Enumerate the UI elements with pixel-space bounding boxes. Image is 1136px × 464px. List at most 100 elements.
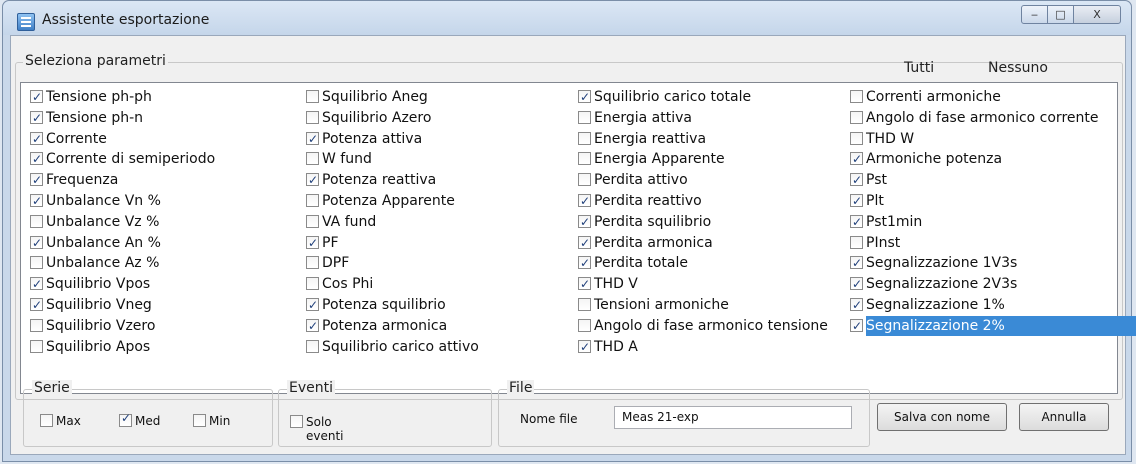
parameter-label: Squilibrio Vneg: [46, 297, 152, 313]
parameter-label: Cos Phi: [322, 276, 374, 293]
parameter-checkbox[interactable]: [30, 295, 43, 315]
parameter-checkbox[interactable]: [578, 191, 591, 211]
parameter-checkbox[interactable]: [850, 295, 863, 315]
parameter-checkbox[interactable]: [578, 298, 591, 311]
window-title: Assistente esportazione: [42, 12, 210, 28]
parameter-checkbox[interactable]: [850, 131, 863, 145]
parameter-label: Tensione ph-n: [46, 109, 144, 126]
parameter-label: Segnalizzazione 2V3s: [866, 276, 1018, 293]
parameter-checkbox[interactable]: [306, 129, 319, 149]
parameter-checkbox[interactable]: [850, 212, 863, 232]
solo-eventi-checkbox-label: Solo eventi: [306, 415, 344, 443]
parameter-checkbox[interactable]: [578, 110, 591, 124]
parameter-checkbox[interactable]: [850, 253, 863, 273]
parameter-checkbox[interactable]: [850, 90, 863, 103]
parameter-checkbox[interactable]: [30, 339, 43, 353]
parameter-checkbox[interactable]: [850, 316, 863, 336]
parameter-checkbox[interactable]: [850, 170, 863, 190]
maximize-button[interactable]: □: [1047, 5, 1074, 24]
parameter-label: Unbalance An %: [46, 234, 161, 251]
parameter-checkbox[interactable]: [578, 253, 591, 273]
parameter-label: Potenza attiva: [322, 130, 423, 147]
dialog-client-area: Seleziona parametri Tutti Nessuno Tensio…: [10, 35, 1136, 455]
parameter-label: Armoniche potenza: [866, 151, 1003, 168]
parameter-label: Perdita attivo: [594, 172, 688, 189]
parameter-label: Potenza squilibrio: [322, 297, 446, 313]
parameter-checkbox[interactable]: [850, 274, 863, 294]
title-bar[interactable]: Assistente esportazione ‒ □ X: [3, 1, 1131, 35]
parameter-checkbox[interactable]: [30, 129, 43, 149]
minimize-button[interactable]: ‒: [1021, 5, 1048, 24]
parameter-label: Energia Apparente: [594, 151, 725, 168]
parameter-label: Unbalance Vz %: [46, 213, 160, 230]
parameter-label: W fund: [322, 151, 372, 168]
parameter-label: Tensione ph-ph: [46, 89, 152, 105]
close-button[interactable]: X: [1073, 5, 1121, 24]
parameter-label: THD A: [594, 338, 638, 355]
parameter-label: Potenza reattiva: [322, 172, 437, 189]
select-none-link[interactable]: Nessuno: [988, 60, 1048, 76]
parameter-checkbox[interactable]: [578, 274, 591, 294]
parameter-label: Segnalizzazione 1%: [866, 297, 1005, 313]
eventi-group-title: Eventi: [287, 380, 335, 396]
parameter-checkbox[interactable]: [30, 191, 43, 211]
parameters-group-title: Seleziona parametri: [23, 53, 168, 69]
nome-file-input[interactable]: Meas 21-exp: [614, 406, 852, 429]
parameter-checkbox[interactable]: [578, 337, 591, 357]
parameter-checkbox[interactable]: [850, 235, 863, 249]
parameter-label: Squilibrio Azero: [322, 109, 432, 126]
parameter-checkbox[interactable]: [306, 277, 319, 291]
parameter-checkbox[interactable]: [306, 256, 319, 270]
parameter-checkbox[interactable]: [306, 339, 319, 353]
parameter-label: Potenza Apparente: [322, 193, 455, 209]
parameter-label: Plt: [866, 193, 884, 209]
parameter-checkbox[interactable]: [306, 233, 319, 253]
parameter-label: Segnalizzazione 2%: [866, 315, 1136, 336]
parameter-label: Perdita totale: [594, 255, 688, 272]
select-all-link[interactable]: Tutti: [904, 60, 934, 76]
parameter-checkbox[interactable]: [578, 173, 591, 187]
parameter-checkbox[interactable]: [30, 170, 43, 190]
parameter-checkbox[interactable]: [578, 318, 591, 332]
max-checkbox-box[interactable]: [40, 414, 53, 427]
parameter-checkbox[interactable]: [30, 149, 43, 169]
parameter-checkbox[interactable]: [30, 318, 43, 332]
parameter-checkbox[interactable]: [306, 152, 319, 166]
nome-file-label: Nome file: [520, 412, 578, 426]
parameter-checkbox[interactable]: [850, 110, 863, 124]
parameter-checkbox[interactable]: [30, 108, 43, 128]
parameter-checkbox[interactable]: [30, 274, 43, 294]
parameter-checkbox[interactable]: [578, 152, 591, 166]
parameter-label: Squilibrio carico totale: [594, 89, 752, 105]
parameter-checkbox[interactable]: [306, 295, 319, 315]
parameter-checkbox[interactable]: [306, 194, 319, 207]
parameters-list[interactable]: Tensione ph-ph Tensione ph-n Corrente Corre…: [20, 82, 1136, 394]
parameter-checkbox[interactable]: [30, 233, 43, 253]
parameter-checkbox[interactable]: [850, 191, 863, 211]
parameter-checkbox[interactable]: [578, 233, 591, 253]
parameter-checkbox[interactable]: [306, 170, 319, 190]
parameter-label: Corrente di semiperiodo: [46, 151, 216, 168]
parameter-checkbox[interactable]: [578, 87, 591, 107]
min-checkbox-box[interactable]: [193, 414, 206, 427]
parameter-checkbox[interactable]: [30, 214, 43, 228]
med-checkbox-box[interactable]: [119, 411, 132, 427]
solo-eventi-checkbox-box[interactable]: [290, 415, 303, 428]
parameter-checkbox[interactable]: [306, 214, 319, 228]
parameter-checkbox[interactable]: [578, 131, 591, 145]
parameter-label: Unbalance Vn %: [46, 193, 161, 209]
parameter-checkbox[interactable]: [30, 87, 43, 107]
parameter-checkbox[interactable]: [306, 90, 319, 103]
parameter-checkbox[interactable]: [30, 256, 43, 270]
app-icon: [17, 13, 35, 31]
annulla-button[interactable]: Annulla: [1019, 403, 1109, 431]
parameter-label: Pst: [866, 172, 887, 189]
parameter-checkbox[interactable]: [306, 316, 319, 336]
salva-con-nome-button[interactable]: Salva con nome: [877, 403, 1007, 431]
parameter-label: Pst1min: [866, 213, 923, 230]
parameter-label: Segnalizzazione 1V3s: [866, 255, 1018, 272]
parameter-checkbox[interactable]: [306, 110, 319, 124]
parameter-checkbox[interactable]: [578, 212, 591, 232]
max-checkbox-label: Max: [56, 414, 81, 428]
parameter-checkbox[interactable]: [850, 149, 863, 169]
